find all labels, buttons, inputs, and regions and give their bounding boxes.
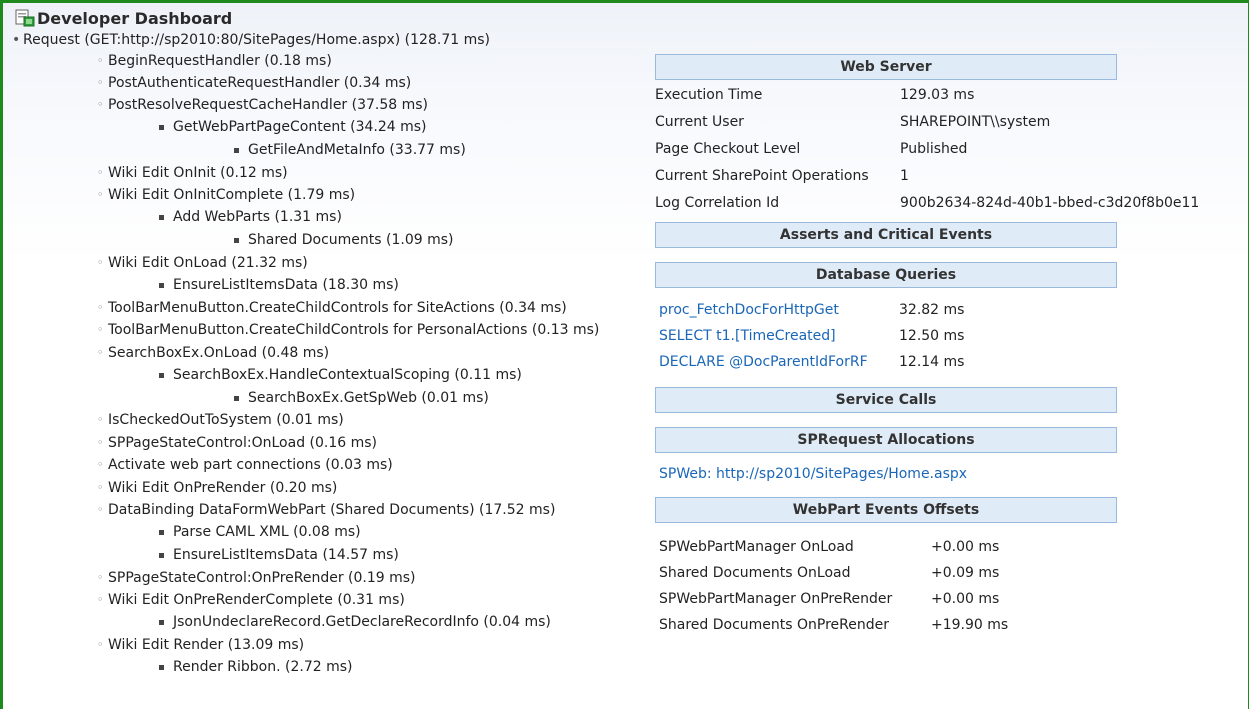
tree-node[interactable]: DataBinding DataFormWebPart (Shared Docu… xyxy=(97,499,555,521)
tree-node[interactable]: Wiki Edit Render (13.09 ms) xyxy=(97,634,304,656)
webpart-event-offset: +0.00 ms xyxy=(931,539,1000,555)
webpart-event-offset: +0.09 ms xyxy=(931,565,1000,581)
current-user-label: Current User xyxy=(655,114,744,130)
webpart-events-header: WebPart Events Offsets xyxy=(655,497,1117,523)
tree-node[interactable]: Wiki Edit OnInitComplete (1.79 ms) xyxy=(97,184,355,206)
tree-node[interactable]: EnsureListItemsData (14.57 ms) xyxy=(159,544,399,566)
tree-node[interactable]: BeginRequestHandler (0.18 ms) xyxy=(97,50,332,72)
execution-time-label: Execution Time xyxy=(655,87,763,103)
webpart-event-label: Shared Documents OnLoad xyxy=(659,565,851,581)
tree-node[interactable]: Add WebParts (1.31 ms) xyxy=(159,206,342,228)
tree-node[interactable]: ToolBarMenuButton.CreateChildControls fo… xyxy=(97,297,567,319)
tree-node[interactable]: GetWebPartPageContent (34.24 ms) xyxy=(159,116,427,138)
db-query-time: 12.14 ms xyxy=(899,354,965,370)
tree-node[interactable]: SearchBoxEx.OnLoad (0.48 ms) xyxy=(97,342,329,364)
db-query-link[interactable]: DECLARE @DocParentIdForRF xyxy=(659,351,868,373)
service-calls-header: Service Calls xyxy=(655,387,1117,413)
tree-node-request[interactable]: Request (GET:http://sp2010:80/SitePages/… xyxy=(12,29,490,51)
tree-node[interactable]: PostAuthenticateRequestHandler (0.34 ms) xyxy=(97,72,411,94)
tree-node[interactable]: Activate web part connections (0.03 ms) xyxy=(97,454,393,476)
dashboard-title: Developer Dashboard xyxy=(37,8,233,28)
tree-node[interactable]: SPPageStateControl:OnLoad (0.16 ms) xyxy=(97,432,377,454)
tree-node[interactable]: EnsureListItemsData (18.30 ms) xyxy=(159,274,399,296)
asserts-header: Asserts and Critical Events xyxy=(655,222,1117,248)
tree-node[interactable]: Wiki Edit OnPreRenderComplete (0.31 ms) xyxy=(97,589,405,611)
checkout-level-value: Published xyxy=(900,141,968,157)
developer-dashboard-panel: Developer Dashboard Request (GET:http://… xyxy=(0,0,1249,709)
web-server-header: Web Server xyxy=(655,54,1117,80)
sp-operations-value: 1 xyxy=(900,168,909,184)
spweb-link[interactable]: SPWeb: http://sp2010/SitePages/Home.aspx xyxy=(659,463,967,485)
tree-node[interactable]: Render Ribbon. (2.72 ms) xyxy=(159,656,353,678)
db-query-link[interactable]: SELECT t1.[TimeCreated] xyxy=(659,325,836,347)
sprequest-header: SPRequest Allocations xyxy=(655,427,1117,453)
tree-node[interactable]: Parse CAML XML (0.08 ms) xyxy=(159,521,361,543)
dashboard-icon xyxy=(15,9,35,27)
webpart-event-offset: +0.00 ms xyxy=(931,591,1000,607)
db-query-link[interactable]: proc_FetchDocForHttpGet xyxy=(659,299,839,321)
tree-node[interactable]: Shared Documents (1.09 ms) xyxy=(234,229,454,251)
tree-node[interactable]: Wiki Edit OnInit (0.12 ms) xyxy=(97,162,288,184)
database-queries-header: Database Queries xyxy=(655,262,1117,288)
webpart-event-label: Shared Documents OnPreRender xyxy=(659,617,890,633)
checkout-level-label: Page Checkout Level xyxy=(655,141,801,157)
sp-operations-label: Current SharePoint Operations xyxy=(655,168,869,184)
db-query-time: 32.82 ms xyxy=(899,302,965,318)
execution-time-value: 129.03 ms xyxy=(900,87,975,103)
webpart-event-label: SPWebPartManager OnPreRender xyxy=(659,591,893,607)
webpart-event-label: SPWebPartManager OnLoad xyxy=(659,539,854,555)
tree-node[interactable]: PostResolveRequestCacheHandler (37.58 ms… xyxy=(97,94,428,116)
tree-node[interactable]: Wiki Edit OnLoad (21.32 ms) xyxy=(97,252,308,274)
tree-node[interactable]: IsCheckedOutToSystem (0.01 ms) xyxy=(97,409,344,431)
tree-node[interactable]: SearchBoxEx.HandleContextualScoping (0.1… xyxy=(159,364,522,386)
current-user-value: SHAREPOINT\\system xyxy=(900,114,1051,130)
webpart-event-offset: +19.90 ms xyxy=(931,617,1009,633)
correlation-id-label: Log Correlation Id xyxy=(655,195,780,211)
correlation-id-value: 900b2634-824d-40b1-bbed-c3d20f8b0e11 xyxy=(900,195,1200,211)
tree-node[interactable]: SearchBoxEx.GetSpWeb (0.01 ms) xyxy=(234,387,489,409)
db-query-time: 12.50 ms xyxy=(899,328,965,344)
tree-node[interactable]: SPPageStateControl:OnPreRender (0.19 ms) xyxy=(97,567,416,589)
dashboard-title-row: Developer Dashboard xyxy=(15,6,232,30)
tree-node[interactable]: JsonUndeclareRecord.GetDeclareRecordInfo… xyxy=(159,611,551,633)
tree-node[interactable]: GetFileAndMetaInfo (33.77 ms) xyxy=(234,139,466,161)
tree-node[interactable]: Wiki Edit OnPreRender (0.20 ms) xyxy=(97,477,337,499)
tree-node[interactable]: ToolBarMenuButton.CreateChildControls fo… xyxy=(97,319,599,341)
